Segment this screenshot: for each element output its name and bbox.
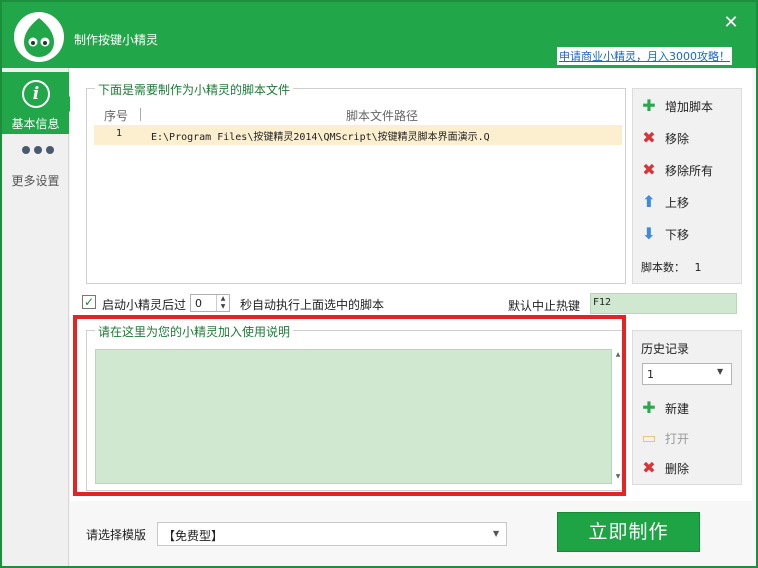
plus-icon: ✚ xyxy=(642,398,656,417)
button-label: 增加脚本 xyxy=(665,99,714,114)
app-logo-icon xyxy=(14,12,64,62)
plus-icon: ✚ xyxy=(642,96,656,115)
history-title: 历史记录 xyxy=(641,342,690,356)
autorun-label-before: 启动小精灵后过 xyxy=(102,298,187,312)
template-select[interactable]: 【免费型】 ▼ xyxy=(157,522,507,546)
scroll-down-icon[interactable]: ▼ xyxy=(614,473,622,480)
window-title: 制作按键小精灵 xyxy=(74,33,159,47)
history-select[interactable]: 1 ▼ xyxy=(642,363,732,385)
row-path: E:\Program Files\按键精灵2014\QMScript\按键精灵脚… xyxy=(151,132,490,143)
main-area: 下面是需要制作为小精灵的脚本文件 序号 脚本文件路径 1 E:\Program … xyxy=(70,68,756,566)
sidebar: i 基本信息 更多设置 xyxy=(2,68,77,566)
more-dots-icon xyxy=(22,146,54,154)
button-label: 新建 xyxy=(665,401,690,416)
description-group: 请在这里为您的小精灵加入使用说明 ▲ ▼ xyxy=(86,323,626,491)
new-button[interactable]: ✚ 新建 xyxy=(641,397,689,419)
script-count: 脚本数： 1 xyxy=(641,259,702,275)
sidebar-item-basic-info[interactable]: i 基本信息 xyxy=(2,72,69,134)
button-label: 上移 xyxy=(665,195,690,210)
scroll-up-icon[interactable]: ▲ xyxy=(614,351,622,358)
remove-icon: ✖ xyxy=(642,128,656,147)
close-button[interactable]: ✕ xyxy=(720,12,742,34)
move-down-button[interactable]: ⬇ 下移 xyxy=(641,223,689,245)
remove-all-button[interactable]: ✖ 移除所有 xyxy=(641,159,713,181)
column-header-no[interactable]: 序号 xyxy=(104,107,128,124)
template-selected-value: 【免费型】 xyxy=(163,529,224,543)
delete-icon: ✖ xyxy=(642,458,656,477)
column-separator[interactable] xyxy=(140,108,141,121)
make-now-button[interactable]: 立即制作 xyxy=(557,512,700,552)
description-textarea[interactable] xyxy=(95,349,612,484)
seconds-stepper[interactable]: 0 ▲ ▼ xyxy=(190,294,230,312)
seconds-value: 0 xyxy=(195,297,202,310)
arrow-down-icon: ⬇ xyxy=(642,224,656,243)
stepper-down-icon[interactable]: ▼ xyxy=(217,303,229,311)
history-panel: 历史记录 1 ▼ ✚ 新建 ▭ 打开 ✖ 删除 xyxy=(632,330,742,485)
remove-all-icon: ✖ xyxy=(642,160,656,179)
group-legend: 下面是需要制作为小精灵的脚本文件 xyxy=(95,81,294,98)
chevron-down-icon: ▼ xyxy=(717,367,724,376)
button-label: 下移 xyxy=(665,227,690,242)
arrow-up-icon: ⬆ xyxy=(642,192,656,211)
remove-button[interactable]: ✖ 移除 xyxy=(641,127,689,149)
title-bar: 制作按键小精灵 ✕ 申请商业小精灵，月入3000攻略！ xyxy=(2,2,756,68)
folder-icon: ▭ xyxy=(641,428,657,447)
template-label: 请选择模版 xyxy=(86,528,147,542)
autorun-checkbox[interactable]: ✓ xyxy=(82,295,96,309)
script-count-value: 1 xyxy=(694,261,702,274)
button-label: 删除 xyxy=(665,461,690,476)
column-header-path[interactable]: 脚本文件路径 xyxy=(346,107,418,124)
app-window: 制作按键小精灵 ✕ 申请商业小精灵，月入3000攻略！ i 基本信息 更多设置 … xyxy=(0,0,758,568)
hotkey-label: 默认中止热键 xyxy=(508,299,581,313)
script-buttons-panel: ✚ 增加脚本 ✖ 移除 ✖ 移除所有 ⬆ 上移 ⬇ 下移 脚本数： 1 xyxy=(632,88,742,284)
stepper-up-icon[interactable]: ▲ xyxy=(217,295,229,303)
stepper-arrows: ▲ ▼ xyxy=(216,295,229,311)
autorun-label-after: 秒自动执行上面选中的脚本 xyxy=(240,298,385,312)
add-script-button[interactable]: ✚ 增加脚本 xyxy=(641,95,713,117)
script-files-group: 下面是需要制作为小精灵的脚本文件 序号 脚本文件路径 1 E:\Program … xyxy=(86,81,626,284)
row-number: 1 xyxy=(116,128,123,139)
script-count-label: 脚本数： xyxy=(641,261,685,274)
promo-link[interactable]: 申请商业小精灵，月入3000攻略！ xyxy=(557,47,732,65)
hotkey-input[interactable]: F12 xyxy=(590,293,737,314)
info-icon: i xyxy=(22,80,50,108)
sidebar-item-label: 基本信息 xyxy=(11,117,60,131)
delete-button[interactable]: ✖ 删除 xyxy=(641,457,689,479)
chevron-down-icon: ▼ xyxy=(493,529,500,538)
move-up-button[interactable]: ⬆ 上移 xyxy=(641,191,689,213)
open-button[interactable]: ▭ 打开 xyxy=(641,427,689,449)
group-legend: 请在这里为您的小精灵加入使用说明 xyxy=(95,323,294,340)
sidebar-item-more-settings[interactable]: 更多设置 xyxy=(2,140,69,190)
sidebar-item-label: 更多设置 xyxy=(11,174,60,188)
button-label: 移除所有 xyxy=(665,163,714,178)
button-label: 打开 xyxy=(665,431,690,446)
history-selected-value: 1 xyxy=(647,368,654,381)
button-label: 移除 xyxy=(665,131,690,146)
autorun-row: ✓ 启动小精灵后过 0 ▲ ▼ 秒自动执行上面选中的脚本 默认中止热键 F12 xyxy=(82,293,742,314)
content-panel: 下面是需要制作为小精灵的脚本文件 序号 脚本文件路径 1 E:\Program … xyxy=(70,68,752,501)
table-header: 序号 脚本文件路径 xyxy=(94,105,622,125)
table-row[interactable]: 1 E:\Program Files\按键精灵2014\QMScript\按键精… xyxy=(94,125,622,145)
description-scrollbar[interactable]: ▲ ▼ xyxy=(614,349,622,484)
